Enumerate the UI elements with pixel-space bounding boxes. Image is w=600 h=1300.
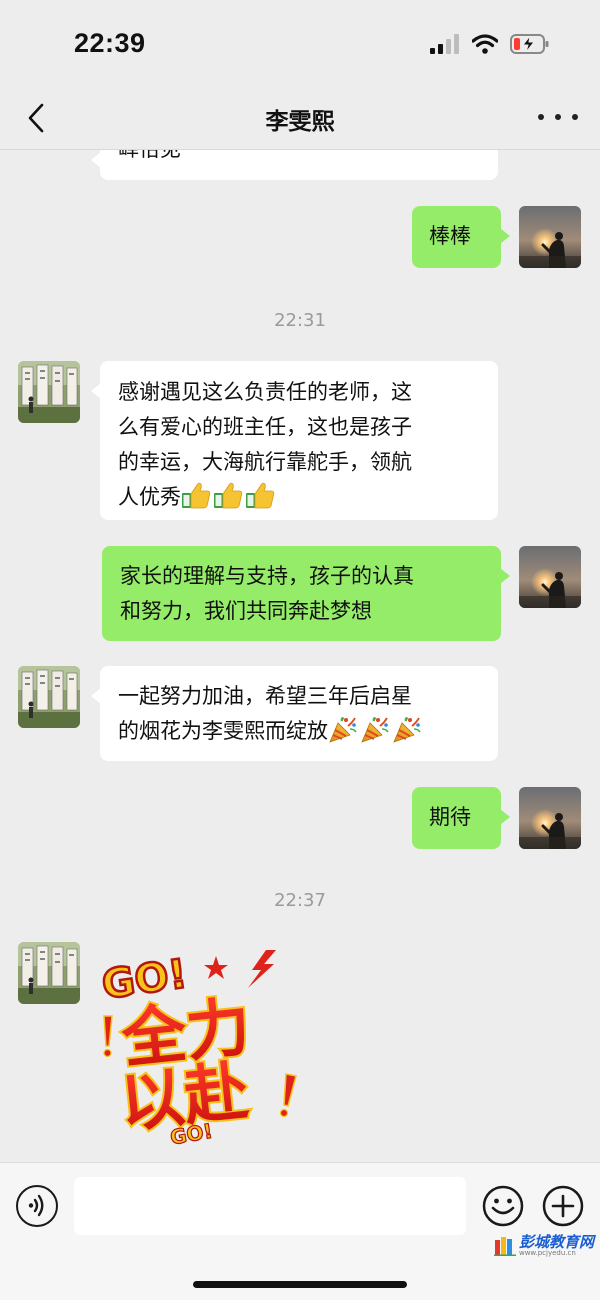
banners-photo-avatar bbox=[18, 942, 80, 1004]
my-avatar[interactable] bbox=[519, 206, 581, 268]
star-icon bbox=[204, 956, 228, 979]
message-line: 么有爱心的班主任，这也是孩子 bbox=[118, 415, 412, 439]
chat-title: 李雯熙 bbox=[265, 109, 335, 135]
status-icons bbox=[430, 32, 550, 56]
more-actions-button[interactable] bbox=[542, 1185, 584, 1227]
message-line: 的烟花为李雯熙而绽放 bbox=[118, 719, 328, 743]
message-line: 家长的理解与支持，孩子的认真 bbox=[120, 564, 414, 588]
party-popper-icon bbox=[361, 716, 389, 743]
thumbs-up-icon bbox=[182, 482, 211, 509]
message-input[interactable] bbox=[74, 1177, 466, 1235]
battery-charging-icon bbox=[510, 34, 549, 54]
more-dot-icon bbox=[555, 114, 561, 120]
message-text: 期待 bbox=[429, 805, 471, 829]
status-bar: 22:39 bbox=[0, 0, 600, 88]
more-dot-icon bbox=[572, 114, 578, 120]
voice-icon bbox=[28, 1194, 44, 1217]
chat-header: 李雯熙 bbox=[0, 88, 600, 150]
plus-circle-icon bbox=[542, 1185, 584, 1227]
outgoing-message-bubble[interactable]: 期待 bbox=[412, 787, 510, 849]
message-list[interactable]: 峄恰见 棒棒 22:31 感谢遇见这么负责任 bbox=[0, 150, 600, 1162]
sunset-silhouette-avatar bbox=[519, 546, 581, 608]
signal-icon bbox=[430, 34, 459, 54]
message-line: 和努力，我们共同奔赴梦想 bbox=[120, 599, 372, 623]
message-line: 人优秀 bbox=[118, 485, 181, 509]
thumbs-up-icon bbox=[214, 482, 243, 509]
lightning-icon bbox=[248, 950, 276, 988]
watermark-title: 彭城教育网 bbox=[518, 1233, 594, 1251]
more-options-button[interactable] bbox=[538, 102, 578, 132]
home-indicator[interactable] bbox=[193, 1281, 407, 1288]
contact-avatar[interactable] bbox=[18, 942, 80, 1004]
more-dot-icon bbox=[538, 114, 544, 120]
my-avatar[interactable] bbox=[519, 546, 581, 608]
party-popper-icon bbox=[329, 716, 357, 743]
input-bar: 彭城教育网 www.pcjyedu.cn bbox=[0, 1162, 600, 1300]
go-all-out-sticker: GO! 全力 以赴 GO! bbox=[98, 950, 297, 1150]
status-time: 22:39 bbox=[74, 28, 146, 58]
emoji-button[interactable] bbox=[482, 1185, 524, 1227]
wifi-icon bbox=[472, 34, 498, 54]
message-line: 的幸运，大海航行靠舵手，领航 bbox=[118, 450, 412, 474]
books-logo-icon bbox=[493, 1237, 516, 1256]
sunset-silhouette-avatar bbox=[519, 206, 581, 268]
message-timestamp: 22:37 bbox=[274, 890, 326, 911]
voice-input-button[interactable] bbox=[16, 1185, 58, 1227]
watermark-url: www.pcjyedu.cn bbox=[518, 1249, 576, 1257]
thumbs-up-icon bbox=[246, 482, 275, 509]
message-line: 一起努力加油，希望三年后启星 bbox=[118, 684, 412, 708]
message-text: 峄恰见 bbox=[118, 150, 181, 161]
smiley-icon bbox=[482, 1185, 524, 1227]
party-popper-icon bbox=[393, 716, 421, 743]
incoming-message-bubble[interactable]: 一起努力加油，希望三年后启星 的烟花为李雯熙而绽放 bbox=[91, 666, 498, 761]
outgoing-message-bubble[interactable]: 棒棒 bbox=[412, 206, 510, 268]
contact-avatar[interactable] bbox=[18, 361, 80, 423]
message-text: 棒棒 bbox=[429, 224, 471, 248]
my-avatar[interactable] bbox=[519, 787, 581, 849]
banners-photo-avatar bbox=[18, 666, 80, 728]
site-watermark: 彭城教育网 www.pcjyedu.cn bbox=[493, 1233, 594, 1257]
contact-avatar[interactable] bbox=[18, 666, 80, 728]
incoming-message-bubble[interactable]: 峄恰见 bbox=[91, 150, 498, 180]
sunset-silhouette-avatar bbox=[519, 787, 581, 849]
message-timestamp: 22:31 bbox=[274, 310, 326, 331]
message-line: 感谢遇见这么负责任的老师，这 bbox=[118, 380, 412, 404]
outgoing-message-bubble[interactable]: 家长的理解与支持，孩子的认真 和努力，我们共同奔赴梦想 bbox=[102, 546, 510, 641]
incoming-message-bubble[interactable]: 感谢遇见这么负责任的老师，这 么有爱心的班主任，这也是孩子 的幸运，大海航行靠舵… bbox=[91, 361, 498, 520]
sticker-message[interactable]: GO! 全力 以赴 GO! bbox=[96, 946, 306, 1150]
banners-photo-avatar bbox=[18, 361, 80, 423]
